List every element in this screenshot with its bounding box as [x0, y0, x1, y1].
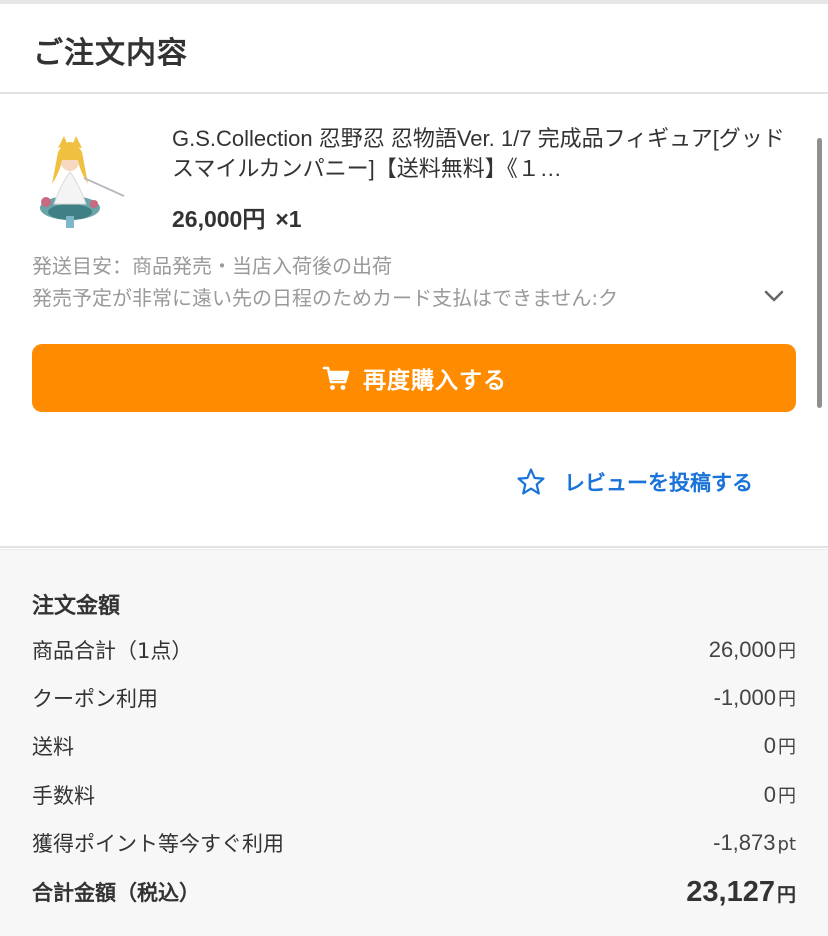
summary-row-value: 0円: [764, 733, 796, 759]
product-title-link[interactable]: G.S.Collection 忍野忍 忍物語Ver. 1/7 完成品フィギュア[…: [172, 124, 792, 188]
product-thumbnail[interactable]: [32, 122, 142, 232]
unit: 円: [778, 737, 796, 758]
amount: 0: [763, 733, 776, 758]
shipping-note-line-1: 発送目安：商品発売・当店入荷後の出荷: [32, 254, 392, 278]
summary-row-label: クーポン利用: [32, 687, 158, 711]
unit: pt: [777, 834, 796, 855]
summary-row-subtotal: 商品合計（1点） 26,000 円: [32, 634, 796, 666]
amount: 26,000: [708, 637, 776, 662]
summary-row-value: -1,000 円: [714, 685, 796, 711]
summary-row-label: 商品合計（1点）: [32, 639, 193, 663]
cart-icon: [322, 366, 350, 390]
summary-row-value: 26,000 円: [709, 637, 796, 663]
summary-title: 注文金額: [32, 594, 121, 619]
price-line: 26,000円 ×1: [172, 200, 302, 234]
star-outline-icon: [517, 468, 545, 495]
summary-row-label: 手数料: [32, 784, 95, 808]
total-amount: 23,127: [686, 875, 775, 908]
total-value: 23,127 円: [686, 876, 796, 909]
summary-row-total: 合計金額（税込） 23,127 円: [32, 874, 796, 910]
scrollbar[interactable]: [817, 138, 822, 408]
review-link-label: レビューを投稿する: [564, 471, 753, 495]
order-item: G.S.Collection 忍野忍 忍物語Ver. 1/7 完成品フィギュア[…: [0, 96, 828, 546]
unit: 円: [778, 641, 796, 662]
summary-row-label: 獲得ポイント等今すぐ利用: [32, 832, 284, 856]
order-details-header: ご注文内容: [0, 4, 828, 94]
total-unit: 円: [776, 883, 796, 906]
rebuy-button-label: 再度購入する: [363, 368, 507, 394]
amount: -1,873: [713, 830, 776, 855]
quantity: ×1: [275, 206, 302, 232]
summary-row-label: 送料: [32, 735, 74, 759]
chevron-down-icon[interactable]: [760, 282, 788, 310]
rebuy-button[interactable]: 再度購入する: [32, 344, 796, 412]
summary-row-shipping: 送料 0円: [32, 730, 796, 762]
total-label: 合計金額（税込）: [32, 881, 200, 905]
unit: 円: [778, 786, 796, 807]
summary-row-coupon: クーポン利用 -1,000 円: [32, 682, 796, 714]
shipping-note: 発送目安：商品発売・当店入荷後の出荷 発売予定が非常に遠い先の日程のためカード支…: [32, 250, 752, 314]
page-title: ご注文内容: [33, 36, 188, 71]
summary-row-fee: 手数料 0円: [32, 779, 796, 811]
amount: 0: [763, 782, 776, 807]
unit: 円: [778, 689, 796, 710]
unit-price: 26,000円: [172, 206, 266, 232]
summary-row-value: -1,873 pt: [713, 830, 796, 856]
summary-row-value: 0円: [764, 782, 796, 808]
shipping-note-line-2: 発売予定が非常に遠い先の日程のためカード支払はできません:ク: [32, 286, 619, 310]
order-amount-summary: 注文金額 商品合計（1点） 26,000 円 クーポン利用 -1,000 円 送料 …: [0, 550, 828, 936]
summary-row-points: 獲得ポイント等今すぐ利用 -1,873 pt: [32, 827, 796, 859]
amount: -1,000: [713, 685, 776, 710]
write-review-link[interactable]: レビューを投稿する: [516, 464, 753, 500]
